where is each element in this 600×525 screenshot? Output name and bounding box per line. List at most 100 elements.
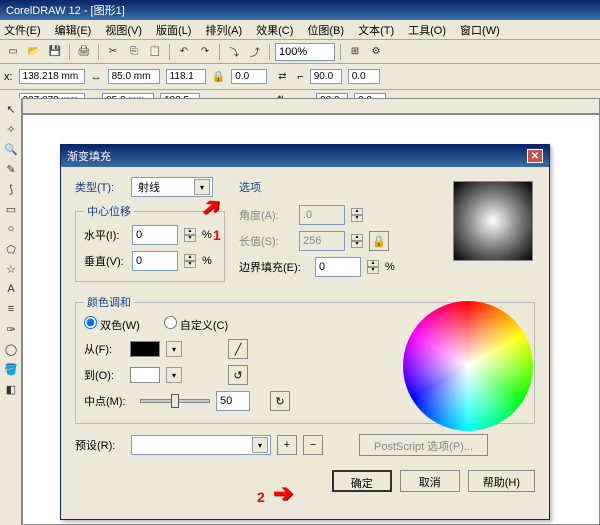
paste-icon[interactable]: 📋 bbox=[146, 43, 164, 61]
interactive-fill-icon[interactable]: ◧ bbox=[2, 380, 20, 398]
type-label: 类型(T): bbox=[75, 179, 125, 195]
preset-label: 预设(R): bbox=[75, 437, 125, 453]
type-value: 射线 bbox=[134, 179, 194, 195]
pos-x[interactable]: 138.218 mm bbox=[19, 69, 85, 84]
edge-input[interactable]: 0 bbox=[315, 257, 361, 277]
menu-layout[interactable]: 版面(L) bbox=[156, 22, 191, 38]
standard-toolbar: ▭ 📂 💾 🖨 ✂ ⎘ 📋 ↶ ↷ ⤵ ⤴ 100% ⊞ ⚙ bbox=[0, 40, 600, 64]
menu-window[interactable]: 窗口(W) bbox=[460, 22, 500, 38]
open-icon[interactable]: 📂 bbox=[25, 43, 43, 61]
edge-label: 边界填充(E): bbox=[239, 259, 309, 275]
edge-spinner[interactable]: ▲▼ bbox=[367, 260, 379, 274]
scale-w[interactable]: 118.1 bbox=[166, 69, 206, 84]
path-direct-icon[interactable]: ╱ bbox=[228, 339, 248, 359]
from-dropdown-icon[interactable]: ▾ bbox=[166, 341, 182, 357]
freehand-tool-icon[interactable]: ✎ bbox=[2, 160, 20, 178]
undo-icon[interactable]: ↶ bbox=[175, 43, 193, 61]
to-dropdown-icon[interactable]: ▾ bbox=[166, 367, 182, 383]
close-icon[interactable]: ✕ bbox=[527, 149, 543, 163]
ruler-horizontal bbox=[22, 98, 600, 114]
eyedropper-tool-icon[interactable]: ✑ bbox=[2, 320, 20, 338]
redo-icon[interactable]: ↷ bbox=[196, 43, 214, 61]
gradient-preview bbox=[453, 181, 533, 261]
snap-icon[interactable]: ⊞ bbox=[346, 43, 364, 61]
corner-icon: ⌐ bbox=[297, 71, 303, 83]
help-button[interactable]: 帮助(H) bbox=[468, 470, 535, 492]
menu-bar: 文件(E) 编辑(E) 视图(V) 版面(L) 排列(A) 效果(C) 位图(B… bbox=[0, 20, 600, 40]
angle-label: 角度(A): bbox=[239, 207, 293, 223]
ok-button[interactable]: 确定 bbox=[332, 470, 392, 492]
basic-shapes-icon[interactable]: ☆ bbox=[2, 260, 20, 278]
text-tool-icon[interactable]: A bbox=[2, 280, 20, 298]
preset-add-icon[interactable]: + bbox=[277, 435, 297, 455]
corner-1[interactable]: 90.0 bbox=[310, 69, 342, 84]
angle-spinner: ▲▼ bbox=[351, 208, 363, 222]
midpoint-slider[interactable] bbox=[140, 399, 210, 403]
outline-tool-icon[interactable]: ◯ bbox=[2, 340, 20, 358]
blend-tool-icon[interactable]: ≡ bbox=[2, 300, 20, 318]
from-label: 从(F): bbox=[84, 341, 124, 357]
preset-remove-icon[interactable]: − bbox=[303, 435, 323, 455]
polygon-tool-icon[interactable]: ⬠ bbox=[2, 240, 20, 258]
annotation-1: 1 bbox=[213, 227, 221, 243]
fill-tool-icon[interactable]: 🪣 bbox=[2, 360, 20, 378]
menu-file[interactable]: 文件(E) bbox=[4, 22, 41, 38]
to-label: 到(O): bbox=[84, 367, 124, 383]
color-wheel[interactable] bbox=[403, 301, 533, 431]
menu-tools[interactable]: 工具(O) bbox=[408, 22, 446, 38]
rectangle-tool-icon[interactable]: ▭ bbox=[2, 200, 20, 218]
zoom-tool-icon[interactable]: 🔍 bbox=[2, 140, 20, 158]
menu-bitmap[interactable]: 位图(B) bbox=[307, 22, 344, 38]
menu-edit[interactable]: 编辑(E) bbox=[55, 22, 92, 38]
horizontal-label: 水平(I): bbox=[84, 227, 126, 243]
corner-3[interactable]: 0.0 bbox=[348, 69, 380, 84]
print-icon[interactable]: 🖨 bbox=[75, 43, 93, 61]
from-color[interactable] bbox=[130, 341, 160, 357]
toolbox: ↖ ✧ 🔍 ✎ ⟆ ▭ ○ ⬠ ☆ A ≡ ✑ ◯ 🪣 ◧ bbox=[0, 98, 22, 525]
horizontal-spinner[interactable]: ▲▼ bbox=[184, 228, 196, 242]
pick-tool-icon[interactable]: ↖ bbox=[2, 100, 20, 118]
midpoint-input[interactable]: 50 bbox=[216, 391, 250, 411]
preset-combo[interactable]: ▾ bbox=[131, 435, 271, 455]
steps-lock-icon[interactable]: 🔒 bbox=[369, 231, 389, 251]
menu-effects[interactable]: 效果(C) bbox=[256, 22, 293, 38]
size-w[interactable]: 85.0 mm bbox=[108, 69, 160, 84]
ellipse-tool-icon[interactable]: ○ bbox=[2, 220, 20, 238]
path-cw-icon[interactable]: ↻ bbox=[270, 391, 290, 411]
custom-radio[interactable]: 自定义(C) bbox=[164, 316, 228, 333]
twocolor-radio[interactable]: 双色(W) bbox=[84, 316, 140, 333]
to-color[interactable] bbox=[130, 367, 160, 383]
shape-tool-icon[interactable]: ✧ bbox=[2, 120, 20, 138]
offset-legend: 中心位移 bbox=[84, 203, 134, 219]
import-icon[interactable]: ⤵ bbox=[225, 43, 243, 61]
path-ccw-icon[interactable]: ↺ bbox=[228, 365, 248, 385]
copy-icon[interactable]: ⎘ bbox=[125, 43, 143, 61]
save-icon[interactable]: 💾 bbox=[46, 43, 64, 61]
annotation-arrow-2: ➔ bbox=[273, 479, 293, 508]
menu-text[interactable]: 文本(T) bbox=[358, 22, 394, 38]
gradient-fill-dialog: 渐变填充 ✕ 类型(T): 射线 ▾ 选项 中心位移 水平(I): 0 ▲▼ % bbox=[60, 144, 550, 520]
type-combo[interactable]: 射线 ▾ bbox=[131, 177, 213, 197]
cancel-button[interactable]: 取消 bbox=[400, 470, 460, 492]
cut-icon[interactable]: ✂ bbox=[104, 43, 122, 61]
lock-icon[interactable]: 🔒 bbox=[212, 70, 226, 83]
angle[interactable]: 0.0 bbox=[231, 69, 267, 84]
steps-label: 长值(S): bbox=[239, 233, 293, 249]
vertical-input[interactable]: 0 bbox=[132, 251, 178, 271]
angle-input: .0 bbox=[299, 205, 345, 225]
new-icon[interactable]: ▭ bbox=[4, 43, 22, 61]
vertical-spinner[interactable]: ▲▼ bbox=[184, 254, 196, 268]
dialog-title-bar[interactable]: 渐变填充 ✕ bbox=[61, 145, 549, 167]
options-icon[interactable]: ⚙ bbox=[367, 43, 385, 61]
menu-view[interactable]: 视图(V) bbox=[105, 22, 142, 38]
horizontal-input[interactable]: 0 bbox=[132, 225, 178, 245]
mirror-h-icon[interactable]: ⇄ bbox=[273, 68, 291, 86]
chevron-down-icon[interactable]: ▾ bbox=[252, 437, 268, 453]
steps-spinner: ▲▼ bbox=[351, 234, 363, 248]
options-label: 选项 bbox=[239, 179, 261, 195]
smart-tool-icon[interactable]: ⟆ bbox=[2, 180, 20, 198]
blend-legend: 颜色调和 bbox=[84, 294, 134, 310]
export-icon[interactable]: ⤴ bbox=[246, 43, 264, 61]
menu-arrange[interactable]: 排列(A) bbox=[205, 22, 242, 38]
zoom-level[interactable]: 100% bbox=[275, 43, 335, 61]
